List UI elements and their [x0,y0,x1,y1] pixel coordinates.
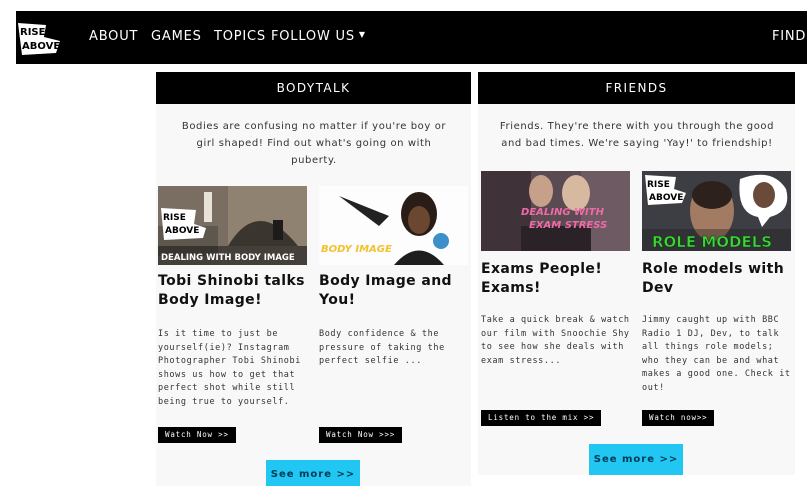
svg-text:ABOVE: ABOVE [649,193,683,203]
friends-column: FRIENDS Friends. They're there with you … [478,72,795,475]
card-text-tobi-shinobi: Is it time to just be yourself(ie)? Inst… [158,329,301,407]
nav-games[interactable]: GAMES [151,29,202,44]
card-tobi-shinobi: RISE ABOVE DEALING WITH BODY IMAGE [158,186,308,265]
card-text-exams: Take a quick break & watch our film with… [481,315,630,366]
svg-text:ABOVE: ABOVE [22,41,60,52]
friends-description: Friends. They're there with you through … [499,121,775,149]
see-more-button-friends[interactable]: See more >> [589,444,683,475]
svg-text:ABOVE: ABOVE [165,226,199,236]
svg-text:BODY IMAGE: BODY IMAGE [321,244,392,255]
watch-now-button-tobi[interactable]: Watch Now >> [158,427,236,443]
svg-text:RISE: RISE [647,180,670,190]
exams-thumbnail[interactable]: DEALING WITH EXAM STRESS [481,171,630,251]
card-title-exams[interactable]: Exams People! Exams! [481,260,631,298]
svg-text:RISE: RISE [20,27,46,38]
card-title-role-models[interactable]: Role models with Dev [642,260,792,298]
card-text-role-models: Jimmy caught up with BBC Radio 1 DJ, Dev… [642,315,791,393]
card-text-body-image: Body confidence & the pressure of taking… [319,329,445,366]
nav-follow-us[interactable]: FOLLOW US ▼ [271,29,366,44]
tobi-shinobi-thumbnail[interactable]: RISE ABOVE DEALING WITH BODY IMAGE [158,186,307,265]
svg-text:DEALING WITH BODY IMAGE: DEALING WITH BODY IMAGE [161,253,295,263]
page: RISE ABOVE ABOUT GAMES TOPICS FOLLOW US ▼… [0,0,807,486]
svg-text:DEALING WITH: DEALING WITH [521,207,605,218]
nav-about[interactable]: ABOUT [89,29,138,44]
svg-text:EXAM STRESS: EXAM STRESS [529,220,607,231]
card-title-body-image[interactable]: Body Image and You! [319,272,469,310]
watch-now-button-role-models[interactable]: Watch now>> [642,410,715,426]
svg-text:ROLE MODELS: ROLE MODELS [652,233,772,251]
nav-topics[interactable]: TOPICS [214,29,266,44]
bodytalk-header: BODYTALK [156,72,471,104]
bodytalk-column: BODYTALK Bodies are confusing no matter … [156,72,471,486]
card-exams: DEALING WITH EXAM STRESS [481,171,631,251]
bodytalk-description: Bodies are confusing no matter if you're… [181,121,447,166]
top-nav: RISE ABOVE ABOUT GAMES TOPICS FOLLOW US ▼… [16,11,807,64]
card-role-models: RISE ABOVE ROLE MODELS [642,171,792,251]
card-body-image: BODY IMAGE [319,186,469,265]
svg-text:RISE: RISE [163,213,186,223]
nav-find[interactable]: FIND [772,29,806,44]
see-more-button-bodytalk[interactable]: See more >> [266,460,360,486]
caret-down-icon: ▼ [358,30,366,39]
role-models-thumbnail[interactable]: RISE ABOVE ROLE MODELS [642,171,791,251]
listen-to-mix-button[interactable]: Listen to the mix >> [481,410,602,426]
body-image-thumbnail[interactable]: BODY IMAGE [319,186,468,265]
card-title-tobi-shinobi[interactable]: Tobi Shinobi talks Body Image! [158,272,308,310]
watch-now-button-body-image[interactable]: Watch Now >>> [319,427,403,443]
rise-above-logo[interactable]: RISE ABOVE [16,19,80,59]
friends-header: FRIENDS [478,72,795,104]
nav-follow-us-label: FOLLOW US [271,29,355,44]
